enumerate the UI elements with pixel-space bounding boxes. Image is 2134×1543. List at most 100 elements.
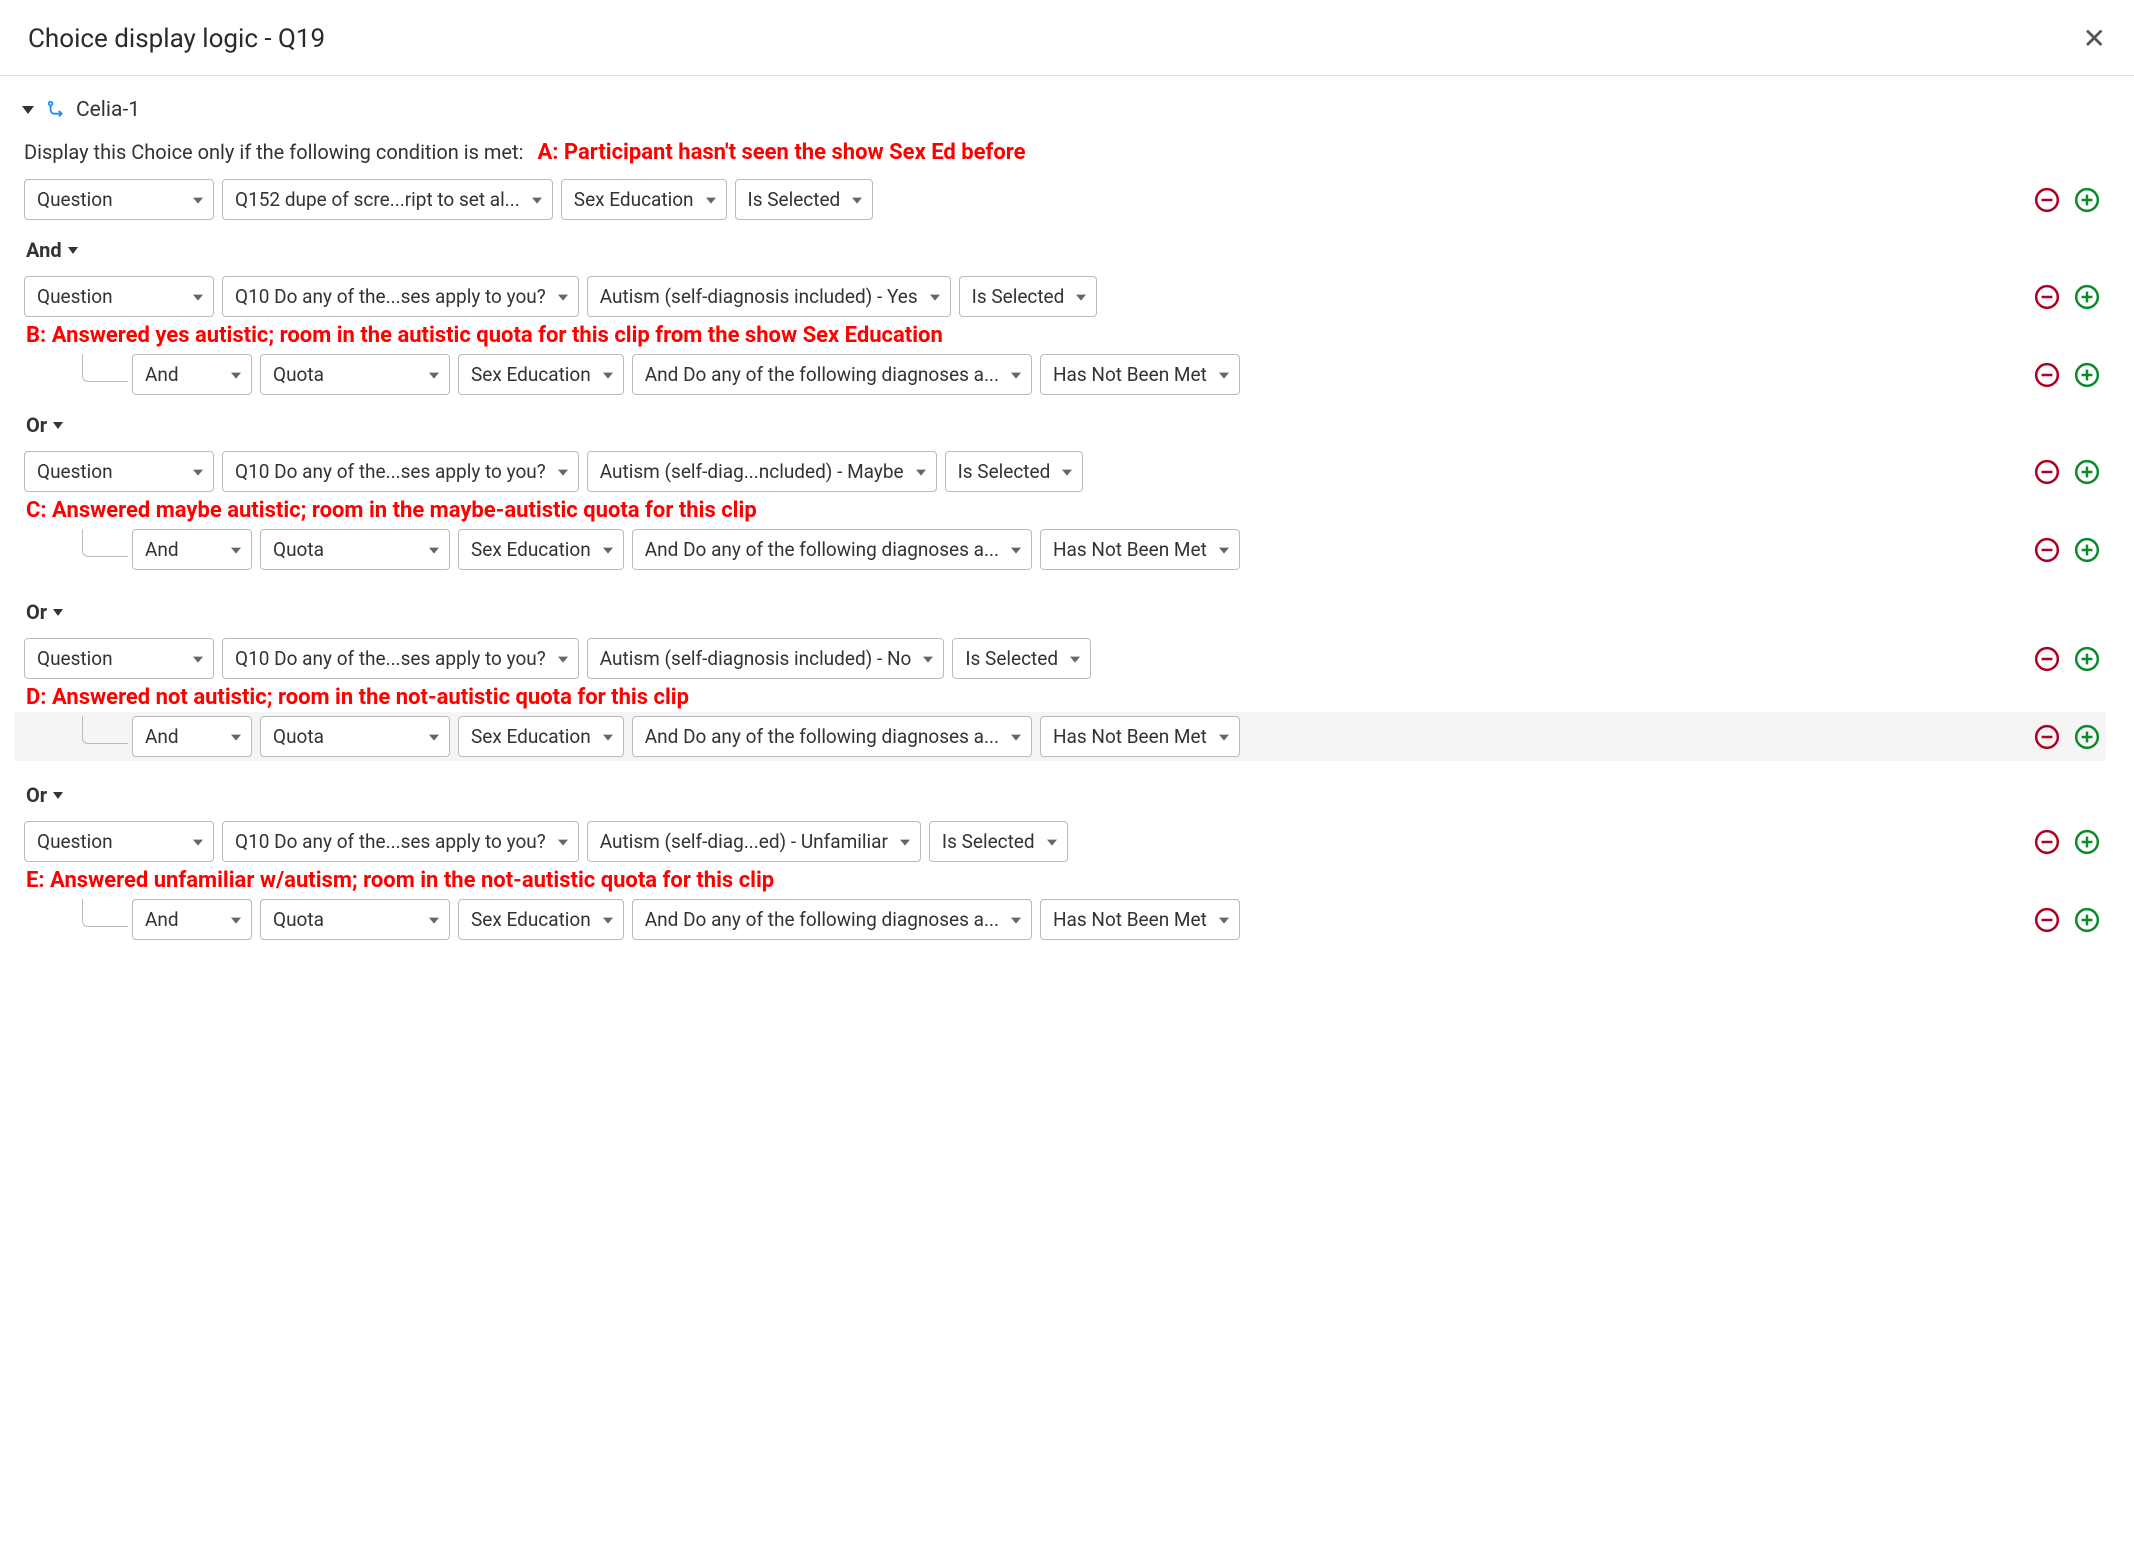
annotation-d: D: Answered not autistic; room in the no… (26, 685, 2106, 710)
collapse-caret-icon[interactable] (22, 106, 34, 114)
choice-select[interactable]: Autism (self-diag...ncluded) - Maybe (587, 451, 937, 492)
choice-select[interactable]: Autism (self-diagnosis included) - Yes (587, 276, 951, 317)
chevron-down-icon (558, 294, 568, 300)
remove-condition-icon[interactable] (2034, 537, 2060, 563)
chevron-down-icon (1076, 294, 1086, 300)
nested-logic-select[interactable]: And (132, 716, 252, 757)
condition-type-select[interactable]: Question (24, 276, 214, 317)
remove-condition-icon[interactable] (2034, 459, 2060, 485)
quota-condition-select[interactable]: And Do any of the following diagnoses a.… (632, 899, 1032, 940)
condition-row: Question Q152 dupe of scre...ript to set… (14, 175, 2106, 224)
question-select[interactable]: Q152 dupe of scre...ript to set al... (222, 179, 553, 220)
add-condition-icon[interactable] (2074, 646, 2100, 672)
operator-select[interactable]: Has Not Been Met (1040, 716, 1240, 757)
annotation-c: C: Answered maybe autistic; room in the … (26, 498, 2106, 523)
chevron-down-icon (1219, 372, 1229, 378)
quota-target-select[interactable]: Sex Education (458, 529, 624, 570)
chevron-down-icon (429, 372, 439, 378)
add-condition-icon[interactable] (2074, 459, 2100, 485)
operator-select[interactable]: Is Selected (959, 276, 1098, 317)
add-condition-icon[interactable] (2074, 724, 2100, 750)
condition-type-select[interactable]: Question (24, 451, 214, 492)
chevron-down-icon (900, 839, 910, 845)
quota-target-select[interactable]: Sex Education (458, 354, 624, 395)
chevron-down-icon (603, 547, 613, 553)
operator-select[interactable]: Is Selected (735, 179, 874, 220)
condition-type-select[interactable]: Quota (260, 899, 450, 940)
add-condition-icon[interactable] (2074, 187, 2100, 213)
operator-select[interactable]: Has Not Been Met (1040, 529, 1240, 570)
condition-row: Question Q10 Do any of the...ses apply t… (14, 817, 2106, 866)
question-select[interactable]: Q10 Do any of the...ses apply to you? (222, 276, 579, 317)
condition-type-select[interactable]: Question (24, 179, 214, 220)
add-condition-icon[interactable] (2074, 829, 2100, 855)
remove-condition-icon[interactable] (2034, 907, 2060, 933)
nested-logic-select[interactable]: And (132, 354, 252, 395)
quota-target-select[interactable]: Sex Education (458, 899, 624, 940)
add-condition-icon[interactable] (2074, 284, 2100, 310)
nested-logic-select[interactable]: And (132, 529, 252, 570)
chevron-down-icon (1011, 734, 1021, 740)
remove-condition-icon[interactable] (2034, 829, 2060, 855)
logic-connector-and[interactable]: And (26, 238, 2106, 262)
logic-connector-or[interactable]: Or (26, 600, 2106, 624)
elbow-connector (82, 899, 128, 927)
add-condition-icon[interactable] (2074, 537, 2100, 563)
condition-type-select[interactable]: Quota (260, 716, 450, 757)
chevron-down-icon (930, 294, 940, 300)
chevron-down-icon (193, 294, 203, 300)
chevron-down-icon (1011, 917, 1021, 923)
remove-condition-icon[interactable] (2034, 187, 2060, 213)
operator-select[interactable]: Is Selected (929, 821, 1068, 862)
chevron-down-icon (603, 917, 613, 923)
chevron-down-icon (1062, 469, 1072, 475)
logic-connector-or[interactable]: Or (26, 783, 2106, 807)
logic-connector-or[interactable]: Or (26, 413, 2106, 437)
chevron-down-icon (852, 197, 862, 203)
operator-select[interactable]: Has Not Been Met (1040, 354, 1240, 395)
nested-logic-select[interactable]: And (132, 899, 252, 940)
condition-row: Question Q10 Do any of the...ses apply t… (14, 272, 2106, 321)
quota-condition-select[interactable]: And Do any of the following diagnoses a.… (632, 354, 1032, 395)
quota-condition-select[interactable]: And Do any of the following diagnoses a.… (632, 529, 1032, 570)
condition-type-select[interactable]: Question (24, 821, 214, 862)
remove-condition-icon[interactable] (2034, 362, 2060, 388)
chevron-down-icon (231, 917, 241, 923)
branch-icon (46, 99, 68, 121)
elbow-connector (82, 354, 128, 382)
remove-condition-icon[interactable] (2034, 284, 2060, 310)
operator-select[interactable]: Is Selected (952, 638, 1091, 679)
annotation-e: E: Answered unfamiliar w/autism; room in… (26, 868, 2106, 893)
operator-select[interactable]: Has Not Been Met (1040, 899, 1240, 940)
question-select[interactable]: Q10 Do any of the...ses apply to you? (222, 821, 579, 862)
condition-type-select[interactable]: Quota (260, 529, 450, 570)
condition-type-select[interactable]: Question (24, 638, 214, 679)
add-condition-icon[interactable] (2074, 907, 2100, 933)
chevron-down-icon (1070, 656, 1080, 662)
chevron-down-icon (53, 422, 63, 429)
add-condition-icon[interactable] (2074, 362, 2100, 388)
chevron-down-icon (53, 609, 63, 616)
choice-select[interactable]: Sex Education (561, 179, 727, 220)
condition-row-nested: And Quota Sex Education And Do any of th… (14, 350, 2106, 399)
condition-row-nested: And Quota Sex Education And Do any of th… (14, 895, 2106, 944)
quota-condition-select[interactable]: And Do any of the following diagnoses a.… (632, 716, 1032, 757)
annotation-a: A: Participant hasn't seen the show Sex … (537, 140, 1025, 165)
chevron-down-icon (923, 656, 933, 662)
chevron-down-icon (53, 792, 63, 799)
condition-type-select[interactable]: Quota (260, 354, 450, 395)
close-icon[interactable]: ✕ (2083, 22, 2106, 55)
chevron-down-icon (429, 547, 439, 553)
quota-target-select[interactable]: Sex Education (458, 716, 624, 757)
question-select[interactable]: Q10 Do any of the...ses apply to you? (222, 638, 579, 679)
question-select[interactable]: Q10 Do any of the...ses apply to you? (222, 451, 579, 492)
chevron-down-icon (558, 469, 568, 475)
choice-select[interactable]: Autism (self-diag...ed) - Unfamiliar (587, 821, 921, 862)
elbow-connector (82, 716, 128, 744)
remove-condition-icon[interactable] (2034, 646, 2060, 672)
chevron-down-icon (532, 197, 542, 203)
choice-select[interactable]: Autism (self-diagnosis included) - No (587, 638, 945, 679)
remove-condition-icon[interactable] (2034, 724, 2060, 750)
chevron-down-icon (1219, 917, 1229, 923)
operator-select[interactable]: Is Selected (945, 451, 1084, 492)
